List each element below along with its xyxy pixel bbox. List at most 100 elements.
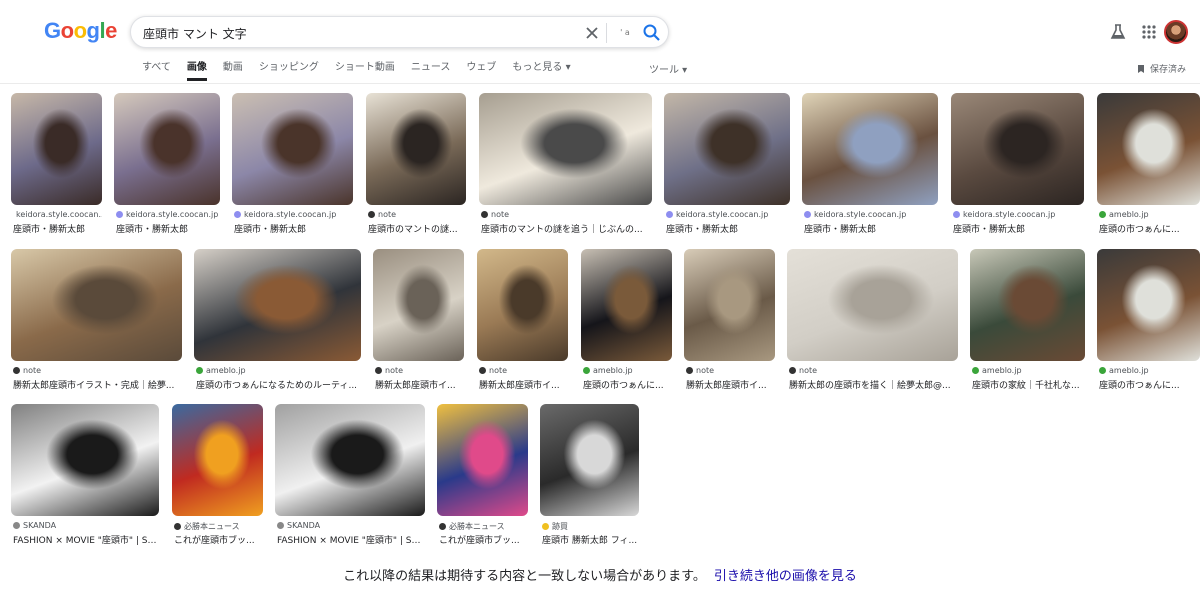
result-source[interactable]: keidora.style.coocan.jp (666, 210, 790, 219)
image-thumbnail[interactable] (11, 93, 102, 205)
result-source[interactable]: keidora.style.coocan... (13, 210, 102, 219)
image-thumbnail[interactable] (970, 249, 1085, 361)
result-title[interactable]: FASHION × MOVIE "座頭市" | SK... (277, 533, 425, 546)
result-source[interactable]: 必勝本ニュース (439, 521, 528, 532)
search-input[interactable] (143, 23, 543, 43)
saved-button[interactable]: 保存済み (1136, 62, 1186, 75)
result-title[interactable]: 座頭の市つぁんになるためのルーティ... (196, 378, 361, 391)
image-thumbnail[interactable] (114, 93, 220, 205)
labs-flask-icon[interactable] (1108, 22, 1128, 42)
result-title[interactable]: FASHION × MOVIE "座頭市" | SK... (13, 533, 159, 546)
result-title[interactable]: 座頭市・勝新太郎 (666, 222, 790, 235)
image-thumbnail[interactable] (275, 404, 425, 516)
result-source[interactable]: 必勝本ニュース (174, 521, 263, 532)
image-result[interactable]: keidora.style.coocan.jp 座頭市・勝新太郎 (664, 93, 790, 247)
image-result[interactable]: note 座頭市のマントの謎... (366, 93, 466, 247)
result-title[interactable]: 座頭市のマントの謎... (368, 222, 466, 235)
image-thumbnail[interactable] (802, 93, 938, 205)
result-title[interactable]: 勝新太郎座頭市イ... (686, 378, 775, 391)
tab-1[interactable]: 画像 (186, 61, 207, 81)
tools-button[interactable]: ツール ▾ (649, 61, 687, 76)
result-source[interactable]: ameblo.jp (583, 366, 672, 375)
result-title[interactable]: 座頭の市つぁんに... (583, 378, 672, 391)
image-thumbnail[interactable] (787, 249, 958, 361)
image-thumbnail[interactable] (437, 404, 528, 516)
result-source[interactable]: ameblo.jp (972, 366, 1085, 375)
image-thumbnail[interactable] (477, 249, 568, 361)
result-source[interactable]: ameblo.jp (1099, 366, 1200, 375)
image-result[interactable]: 必勝本ニュース これが座頭市ブッ... (437, 404, 528, 558)
image-thumbnail[interactable] (194, 249, 361, 361)
image-thumbnail[interactable] (11, 249, 182, 361)
result-title[interactable]: 座頭市の家紋｜千社札な... (972, 378, 1085, 391)
result-title[interactable]: 座頭の市つぁんに... (1099, 222, 1200, 235)
apps-grid-icon[interactable] (1139, 22, 1159, 42)
tab-4[interactable]: ショート動画 (335, 61, 395, 81)
image-result[interactable]: keidora.style.coocan.jp 座頭市・勝新太郎 (232, 93, 353, 247)
result-title[interactable]: 座頭市・勝新太郎 (234, 222, 353, 235)
image-result[interactable]: note 勝新太郎の座頭市を描く｜絵夢太郎@... (787, 249, 958, 403)
tab-7[interactable]: もっと見る ▾ (512, 61, 570, 81)
result-source[interactable]: 跡買 (542, 521, 639, 532)
image-thumbnail[interactable] (479, 93, 652, 205)
result-title[interactable]: 座頭の市つぁんに... (1099, 378, 1200, 391)
search-icon[interactable] (641, 22, 663, 44)
tab-0[interactable]: すべて (142, 61, 171, 81)
image-thumbnail[interactable] (11, 404, 159, 516)
result-source[interactable]: SKANDA (277, 521, 425, 530)
result-source[interactable]: note (686, 366, 775, 375)
image-result[interactable]: keidora.style.coocan... 座頭市・勝新太郎 (11, 93, 102, 247)
image-result[interactable]: note 勝新太郎座頭市イ... (684, 249, 775, 403)
image-result[interactable]: keidora.style.coocan.jp 座頭市・勝新太郎 (951, 93, 1084, 247)
result-source[interactable]: note (375, 366, 464, 375)
result-title[interactable]: 座頭市・勝新太郎 (116, 222, 220, 235)
image-thumbnail[interactable] (172, 404, 263, 516)
result-source[interactable]: ameblo.jp (196, 366, 361, 375)
tab-6[interactable]: ウェブ (466, 61, 496, 81)
tab-3[interactable]: ショッピング (259, 61, 319, 81)
result-title[interactable]: 座頭市・勝新太郎 (804, 222, 938, 235)
result-title[interactable]: 座頭市・勝新太郎 (953, 222, 1084, 235)
google-logo[interactable]: Google (44, 18, 117, 44)
image-result[interactable]: 跡買 座頭市 勝新太郎 フィ... (540, 404, 639, 558)
image-result[interactable]: SKANDA FASHION × MOVIE "座頭市" | SK... (11, 404, 159, 558)
see-more-images-link[interactable]: 引き続き他の画像を見る (714, 569, 857, 584)
result-title[interactable]: 座頭市のマントの謎を追う｜じぶんの... (481, 222, 652, 235)
result-source[interactable]: SKANDA (13, 521, 159, 530)
result-source[interactable]: note (368, 210, 466, 219)
result-source[interactable]: ameblo.jp (1099, 210, 1200, 219)
image-result[interactable]: ameblo.jp 座頭の市つぁんに... (581, 249, 672, 403)
result-title[interactable]: 勝新太郎座頭市イラスト・完成｜絵夢... (13, 378, 182, 391)
clear-icon[interactable] (582, 23, 602, 43)
image-result[interactable]: note 座頭市のマントの謎を追う｜じぶんの... (479, 93, 652, 247)
result-source[interactable]: note (789, 366, 958, 375)
image-thumbnail[interactable] (366, 93, 466, 205)
result-source[interactable]: note (481, 210, 652, 219)
result-title[interactable]: これが座頭市ブッ... (439, 533, 528, 546)
result-title[interactable]: 勝新太郎座頭市イ... (479, 378, 568, 391)
image-result[interactable]: note 勝新太郎座頭市イ... (477, 249, 568, 403)
result-title[interactable]: 勝新太郎座頭市イ... (375, 378, 464, 391)
image-result[interactable]: note 勝新太郎座頭市イ... (373, 249, 464, 403)
tab-5[interactable]: ニュース (411, 61, 451, 81)
tab-2[interactable]: 動画 (223, 61, 243, 81)
result-title[interactable]: 勝新太郎の座頭市を描く｜絵夢太郎@... (789, 378, 958, 391)
image-result[interactable]: SKANDA FASHION × MOVIE "座頭市" | SK... (275, 404, 425, 558)
image-result[interactable]: ameblo.jp 座頭の市つぁんになるためのルーティ... (194, 249, 361, 403)
image-thumbnail[interactable] (581, 249, 672, 361)
result-source[interactable]: keidora.style.coocan.jp (953, 210, 1084, 219)
lens-icon[interactable]: ' a (615, 23, 635, 43)
image-result[interactable]: ameblo.jp 座頭市の家紋｜千社札な... (970, 249, 1085, 403)
account-avatar[interactable] (1164, 20, 1188, 44)
result-title[interactable]: これが座頭市ブッ... (174, 533, 263, 546)
image-result[interactable]: ameblo.jp 座頭の市つぁんに... (1097, 249, 1200, 403)
image-thumbnail[interactable] (232, 93, 353, 205)
image-thumbnail[interactable] (373, 249, 464, 361)
image-thumbnail[interactable] (1097, 93, 1200, 205)
image-result[interactable]: keidora.style.coocan.jp 座頭市・勝新太郎 (802, 93, 938, 247)
image-result[interactable]: 必勝本ニュース これが座頭市ブッ... (172, 404, 263, 558)
image-result[interactable]: keidora.style.coocan.jp 座頭市・勝新太郎 (114, 93, 220, 247)
result-title[interactable]: 座頭市・勝新太郎 (13, 222, 102, 235)
image-thumbnail[interactable] (540, 404, 639, 516)
image-thumbnail[interactable] (1097, 249, 1200, 361)
